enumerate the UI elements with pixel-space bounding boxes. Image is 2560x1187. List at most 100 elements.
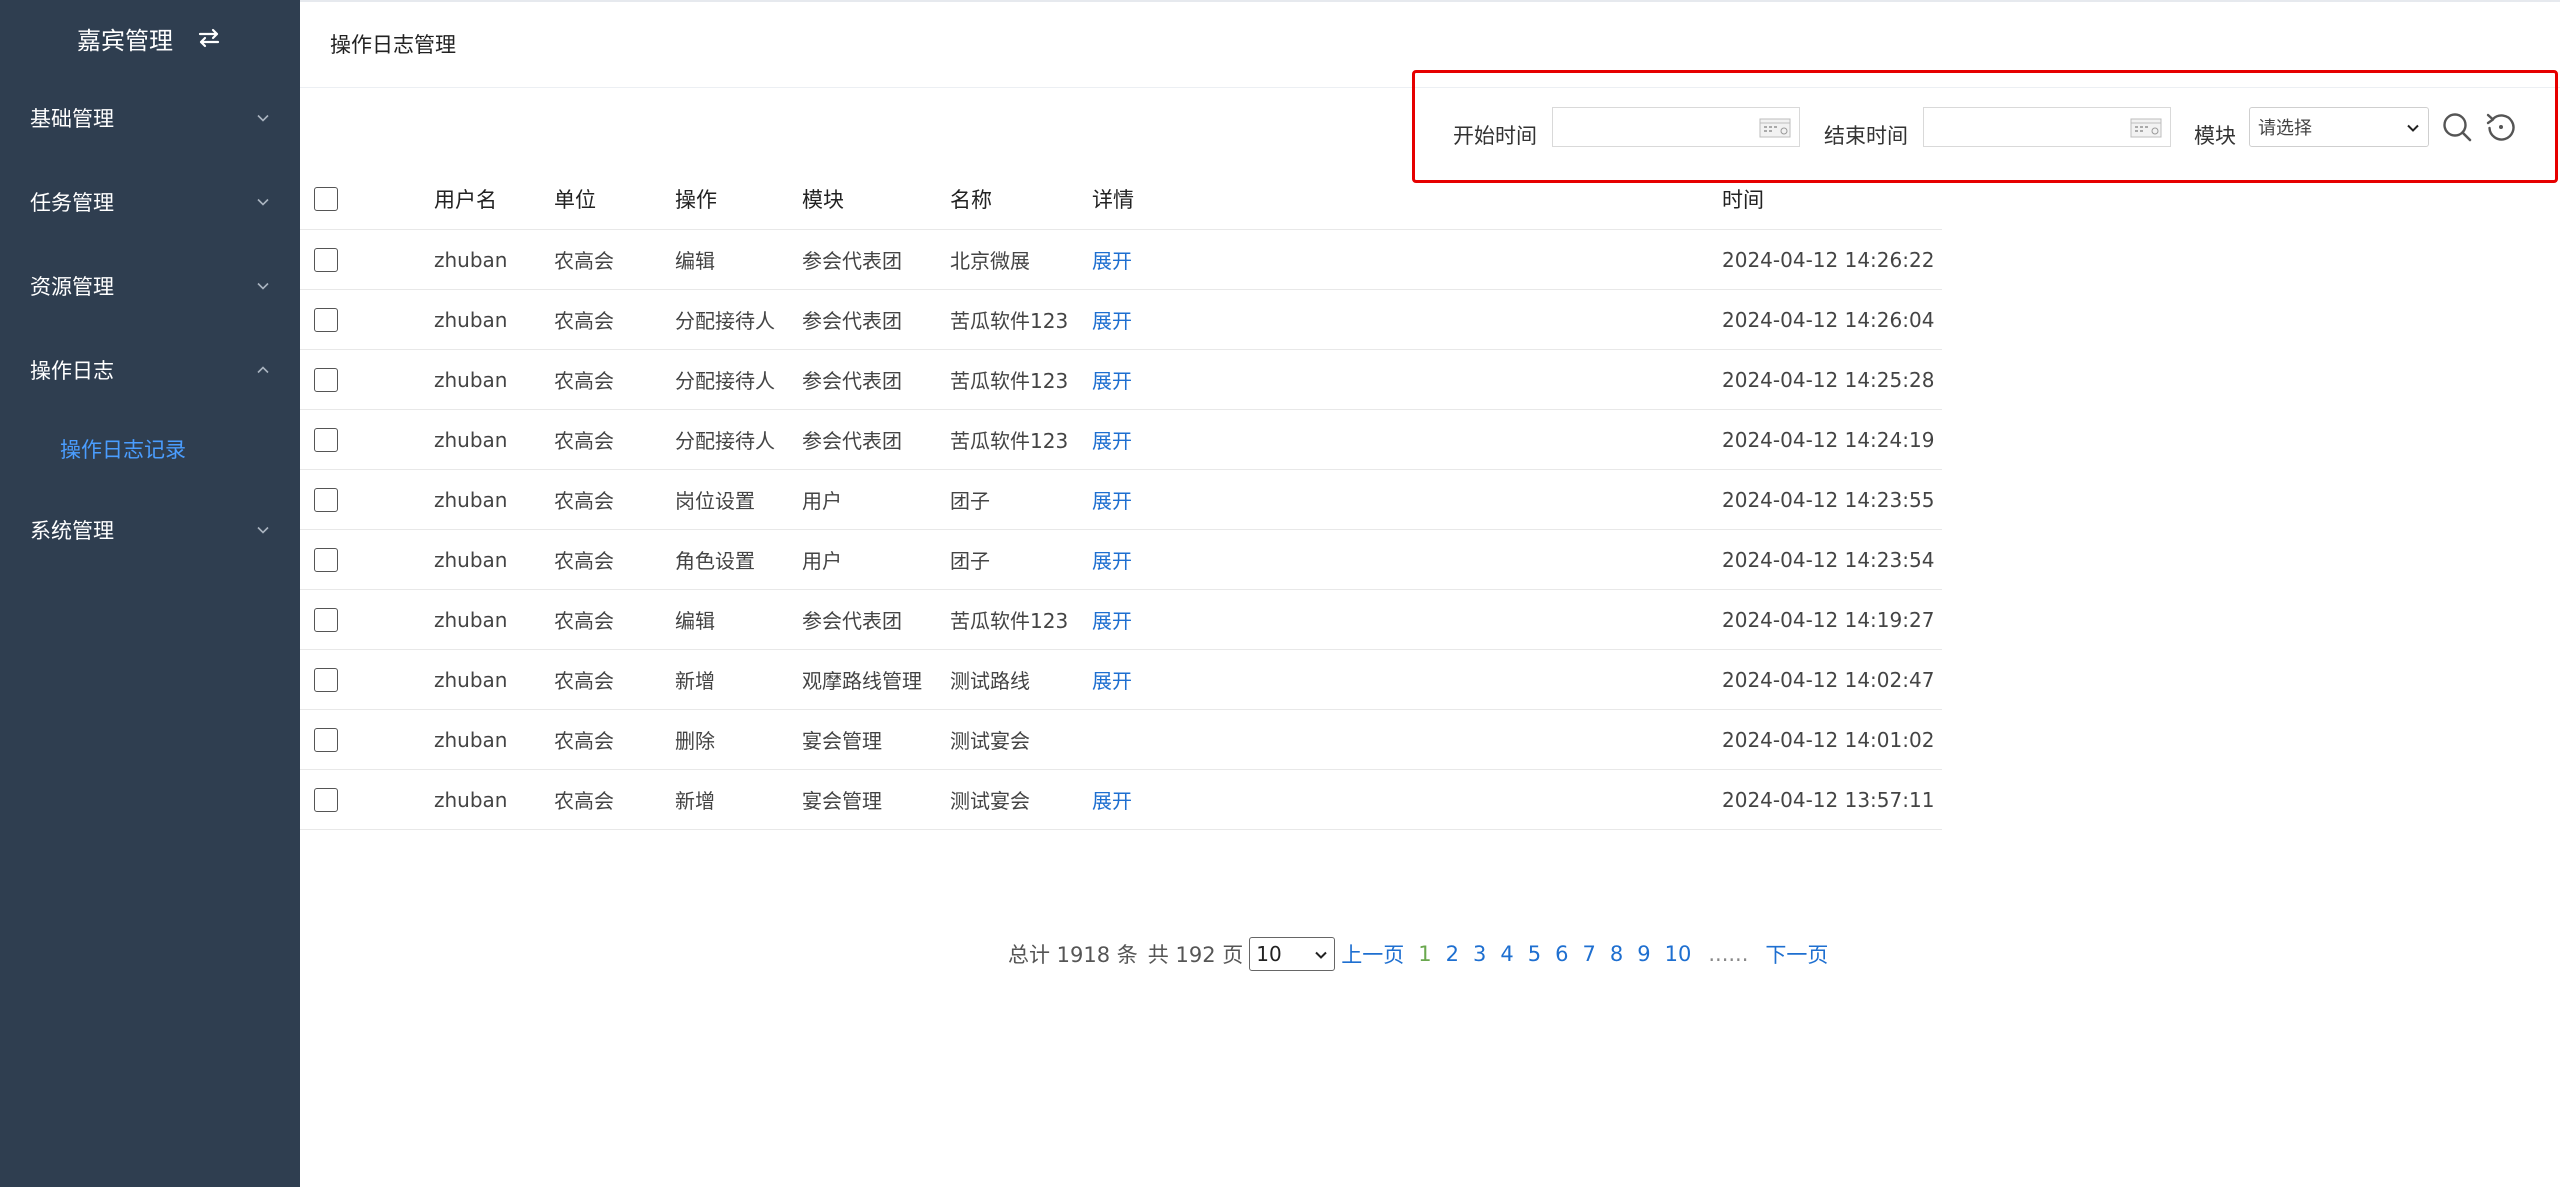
row-checkbox[interactable] [314, 367, 338, 392]
sidebar-item-system[interactable]: 系统管理 [0, 500, 300, 560]
expand-link[interactable]: 展开 [1092, 350, 1132, 409]
expand-link[interactable]: 展开 [1092, 410, 1132, 469]
page-link[interactable]: 8 [1610, 942, 1623, 966]
next-page-link[interactable]: 下一页 [1765, 939, 1828, 969]
cell-name: 测试路线 [950, 669, 1030, 693]
row-checkbox[interactable] [314, 427, 338, 452]
col-header-module: 模块 [802, 187, 844, 212]
calendar-icon[interactable] [1759, 118, 1791, 138]
cell-time: 2024-04-12 13:57:11 [1722, 787, 1935, 812]
cell-unit: 农高会 [554, 729, 614, 753]
col-header-op: 操作 [675, 187, 717, 212]
swap-icon[interactable] [195, 24, 223, 52]
sidebar-item-oplog[interactable]: 操作日志 [0, 340, 300, 400]
sidebar-subitem-label: 操作日志记录 [60, 438, 186, 462]
reset-icon[interactable] [2484, 110, 2518, 144]
cell-unit: 农高会 [554, 789, 614, 813]
end-time-input[interactable] [1923, 107, 2171, 147]
row-checkbox[interactable] [314, 727, 338, 752]
page-link-current[interactable]: 1 [1418, 942, 1431, 966]
log-table: 用户名 单位 操作 模块 名称 详情 时间 zhuban 农高会 编辑 参会代表… [300, 168, 1942, 830]
cell-user: zhuban [434, 427, 508, 452]
page-link[interactable]: 5 [1528, 942, 1541, 966]
cell-op: 分配接待人 [675, 309, 775, 333]
page-link[interactable]: 3 [1473, 942, 1486, 966]
cell-module: 参会代表团 [802, 249, 902, 273]
row-checkbox[interactable] [314, 247, 338, 272]
row-checkbox[interactable] [314, 787, 338, 812]
page-link[interactable]: 2 [1446, 942, 1459, 966]
expand-link[interactable]: 展开 [1092, 770, 1132, 829]
table-row: zhuban 农高会 分配接待人 参会代表团 苦瓜软件123 展开 2024-0… [300, 350, 1942, 410]
module-select[interactable]: 请选择 [2249, 107, 2429, 147]
cell-time: 2024-04-12 14:25:28 [1722, 367, 1935, 392]
expand-link[interactable]: 展开 [1092, 590, 1132, 649]
row-checkbox[interactable] [314, 667, 338, 692]
page-link[interactable]: 10 [1665, 942, 1692, 966]
expand-link[interactable]: 展开 [1092, 470, 1132, 529]
cell-user: zhuban [434, 247, 508, 272]
start-time-input[interactable] [1552, 107, 1800, 147]
col-header-time: 时间 [1722, 187, 1764, 212]
table-row: zhuban 农高会 角色设置 用户 团子 展开 2024-04-12 14:2… [300, 530, 1942, 590]
table-row: zhuban 农高会 编辑 参会代表团 苦瓜软件123 展开 2024-04-1… [300, 590, 1942, 650]
cell-user: zhuban [434, 607, 508, 632]
cell-name: 苦瓜软件123 [950, 309, 1069, 333]
cell-module: 宴会管理 [802, 789, 882, 813]
page-link[interactable]: 4 [1500, 942, 1513, 966]
chevron-down-icon [257, 282, 269, 290]
prev-page-link[interactable]: 上一页 [1341, 939, 1404, 969]
page-link[interactable]: 7 [1582, 942, 1595, 966]
search-icon[interactable] [2440, 110, 2474, 144]
row-checkbox[interactable] [314, 487, 338, 512]
sidebar-item-label: 系统管理 [30, 519, 114, 543]
expand-link[interactable]: 展开 [1092, 650, 1132, 709]
sidebar-item-basic[interactable]: 基础管理 [0, 88, 300, 148]
cell-time: 2024-04-12 14:01:02 [1722, 727, 1935, 752]
sidebar: 嘉宾管理 基础管理 任务管理 资源管理 操作日志 操作日志记录 系统管理 [0, 0, 300, 1187]
total-pages: 共 192 页 [1147, 943, 1244, 967]
cell-op: 新增 [675, 669, 715, 693]
expand-link[interactable]: 展开 [1092, 230, 1132, 289]
sidebar-item-label: 基础管理 [30, 107, 114, 131]
cell-user: zhuban [434, 367, 508, 392]
row-checkbox[interactable] [314, 307, 338, 332]
col-header-name: 名称 [950, 187, 992, 212]
sidebar-brand: 嘉宾管理 [0, 0, 300, 76]
table-row: zhuban 农高会 新增 观摩路线管理 测试路线 展开 2024-04-12 … [300, 650, 1942, 710]
sidebar-item-task[interactable]: 任务管理 [0, 172, 300, 232]
sidebar-subitem-oplog-records[interactable]: 操作日志记录 [0, 424, 300, 474]
module-select-value: 请选择 [2258, 118, 2312, 139]
col-header-detail: 详情 [1092, 187, 1134, 212]
cell-module: 参会代表团 [802, 309, 902, 333]
sidebar-item-resource[interactable]: 资源管理 [0, 256, 300, 316]
expand-link[interactable]: 展开 [1092, 290, 1132, 349]
cell-module: 参会代表团 [802, 429, 902, 453]
table-row: zhuban 农高会 岗位设置 用户 团子 展开 2024-04-12 14:2… [300, 470, 1942, 530]
cell-op: 编辑 [675, 249, 715, 273]
col-header-unit: 单位 [554, 187, 596, 212]
cell-name: 苦瓜软件123 [950, 369, 1069, 393]
cell-op: 岗位设置 [675, 489, 755, 513]
cell-name: 团子 [950, 489, 990, 513]
cell-unit: 农高会 [554, 489, 614, 513]
main-content: 操作日志管理 开始时间 结束时间 模块 请选择 用户名 单位 操作 模块 名称 … [300, 0, 2560, 1187]
table-row: zhuban 农高会 分配接待人 参会代表团 苦瓜软件123 展开 2024-0… [300, 290, 1942, 350]
cell-op: 角色设置 [675, 549, 755, 573]
cell-unit: 农高会 [554, 609, 614, 633]
cell-unit: 农高会 [554, 369, 614, 393]
page-link[interactable]: 6 [1555, 942, 1568, 966]
calendar-icon[interactable] [2130, 118, 2162, 138]
cell-time: 2024-04-12 14:26:22 [1722, 247, 1935, 272]
start-time-label: 开始时间 [1453, 124, 1537, 148]
select-all-checkbox[interactable] [314, 186, 338, 211]
pagination-ellipsis: ...... [1708, 942, 1749, 966]
page-size-select[interactable]: 10 [1249, 937, 1336, 971]
app: 嘉宾管理 基础管理 任务管理 资源管理 操作日志 操作日志记录 系统管理 操作日… [0, 0, 2560, 1187]
row-checkbox[interactable] [314, 607, 338, 632]
expand-link[interactable]: 展开 [1092, 530, 1132, 589]
cell-op: 新增 [675, 789, 715, 813]
row-checkbox[interactable] [314, 547, 338, 572]
page-link[interactable]: 9 [1637, 942, 1650, 966]
cell-op: 分配接待人 [675, 369, 775, 393]
